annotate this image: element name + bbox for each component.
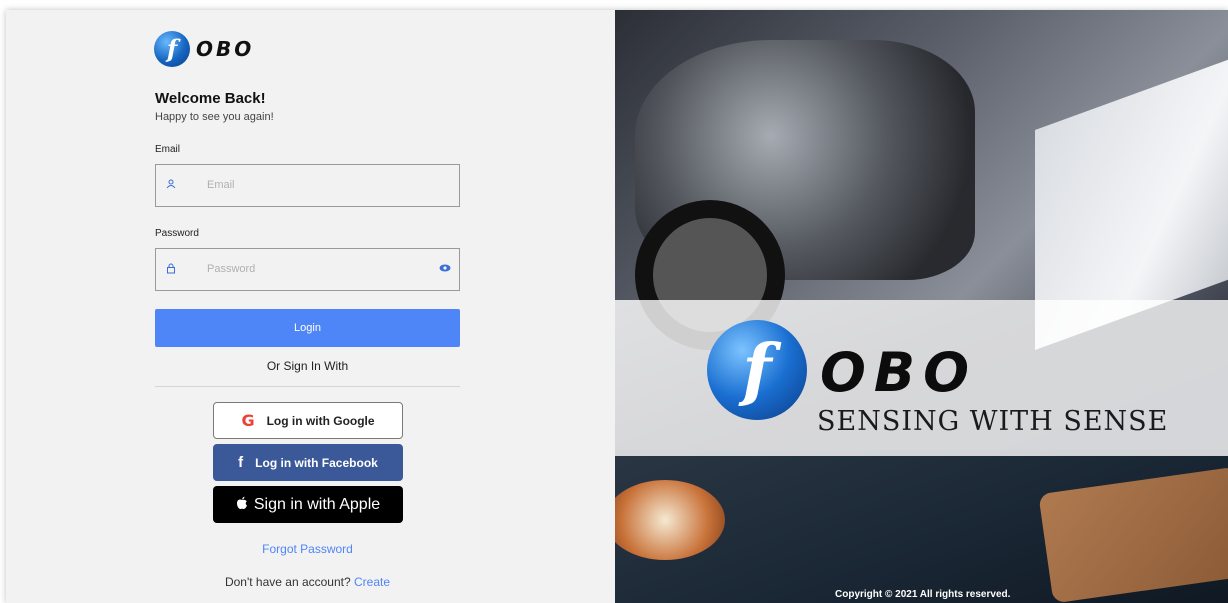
forgot-password-link[interactable]: Forgot Password xyxy=(155,542,460,556)
apple-icon xyxy=(236,496,248,513)
welcome-subtitle: Happy to see you again! xyxy=(155,111,274,123)
email-placeholder: Email xyxy=(207,179,235,191)
facebook-icon: f xyxy=(238,454,244,471)
login-page: f OBO Welcome Back! Happy to see you aga… xyxy=(6,10,1228,603)
brand-logo: f OBO xyxy=(154,31,274,67)
hero-panel: f OBO SENSING WITH SENSE Copyright © 202… xyxy=(615,10,1228,603)
google-login-label: Log in with Google xyxy=(266,413,375,428)
divider xyxy=(155,386,460,387)
login-button[interactable]: Login xyxy=(155,309,460,347)
email-label: Email xyxy=(155,144,181,155)
apple-login-label: Sign in with Apple xyxy=(253,495,381,513)
password-label: Password xyxy=(155,228,199,239)
copyright-text: Copyright © 2021 All rights reserved. xyxy=(835,589,1011,600)
user-icon xyxy=(165,179,177,191)
facebook-login-label: Log in with Facebook xyxy=(255,455,378,470)
facebook-login-button[interactable]: f Log in with Facebook xyxy=(213,444,403,481)
email-field[interactable]: Email xyxy=(155,164,460,207)
signup-prompt: Don't have an account? Create xyxy=(155,575,460,589)
google-login-button[interactable]: G Log in with Google xyxy=(213,402,403,439)
apple-login-button[interactable]: Sign in with Apple xyxy=(213,486,403,523)
login-panel: f OBO Welcome Back! Happy to see you aga… xyxy=(6,10,615,603)
logo-wordmark: OBO xyxy=(196,37,255,61)
hero-logo-mark: f xyxy=(707,320,807,420)
password-field[interactable]: Password xyxy=(155,248,460,291)
password-placeholder: Password xyxy=(207,263,256,275)
hero-logo-wordmark: OBO xyxy=(820,341,977,404)
lock-icon xyxy=(165,263,177,275)
create-account-link[interactable]: Create xyxy=(354,575,390,589)
or-sign-in-with: Or Sign In With xyxy=(266,359,349,373)
welcome-title: Welcome Back! xyxy=(155,90,266,107)
brand-tagline: SENSING WITH SENSE xyxy=(817,406,1169,437)
signup-prompt-text: Don't have an account? xyxy=(224,575,351,589)
eye-icon[interactable] xyxy=(438,263,452,275)
google-icon: G xyxy=(241,411,255,430)
logo-mark: f xyxy=(154,31,190,67)
